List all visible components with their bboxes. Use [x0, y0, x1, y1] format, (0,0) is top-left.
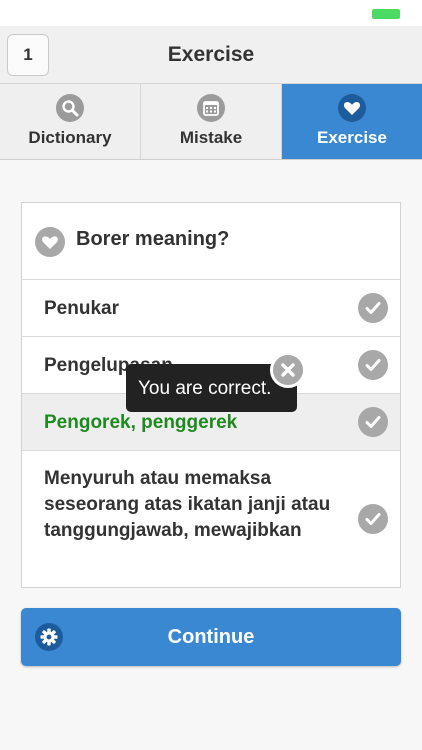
- toast-text: You are correct.: [138, 378, 272, 399]
- answer-option-text: Penukar: [44, 298, 119, 319]
- check-icon: [358, 293, 388, 323]
- answer-option-text: Pengorek, penggerek: [44, 412, 238, 433]
- tab-dictionary-label: Dictionary: [28, 128, 112, 147]
- check-icon: [358, 350, 388, 380]
- tab-exercise-label: Exercise: [317, 128, 387, 147]
- tab-mistake[interactable]: Mistake: [141, 84, 282, 159]
- status-bar: [0, 0, 422, 26]
- heart-icon: [35, 227, 65, 257]
- tab-exercise[interactable]: Exercise: [282, 84, 422, 159]
- check-icon: [358, 504, 388, 534]
- page-title: Exercise: [167, 43, 255, 66]
- answer-option-text: Menyuruh atau memaksa seseorang atas ika…: [44, 468, 331, 541]
- question-row: Borer meaning?: [22, 203, 400, 280]
- answer-option-1[interactable]: Penukar: [22, 280, 400, 337]
- question-text: Borer meaning?: [76, 228, 230, 250]
- heart-icon: [338, 94, 366, 122]
- continue-button-label: Continue: [167, 626, 255, 648]
- continue-button[interactable]: Continue: [21, 608, 401, 666]
- battery-icon: [372, 9, 400, 19]
- close-icon[interactable]: [270, 352, 306, 388]
- tab-bar: Dictionary Mistake Exercise: [0, 84, 422, 160]
- tab-dictionary[interactable]: Dictionary: [0, 84, 141, 159]
- tab-mistake-label: Mistake: [179, 128, 243, 147]
- check-icon: [358, 407, 388, 437]
- nav-bar: 1 Exercise: [0, 26, 422, 84]
- answer-option-4[interactable]: Menyuruh atau memaksa seseorang atas ika…: [22, 451, 400, 587]
- search-icon: [56, 94, 84, 122]
- count-badge-button[interactable]: 1: [7, 34, 49, 76]
- calendar-icon: [197, 94, 225, 122]
